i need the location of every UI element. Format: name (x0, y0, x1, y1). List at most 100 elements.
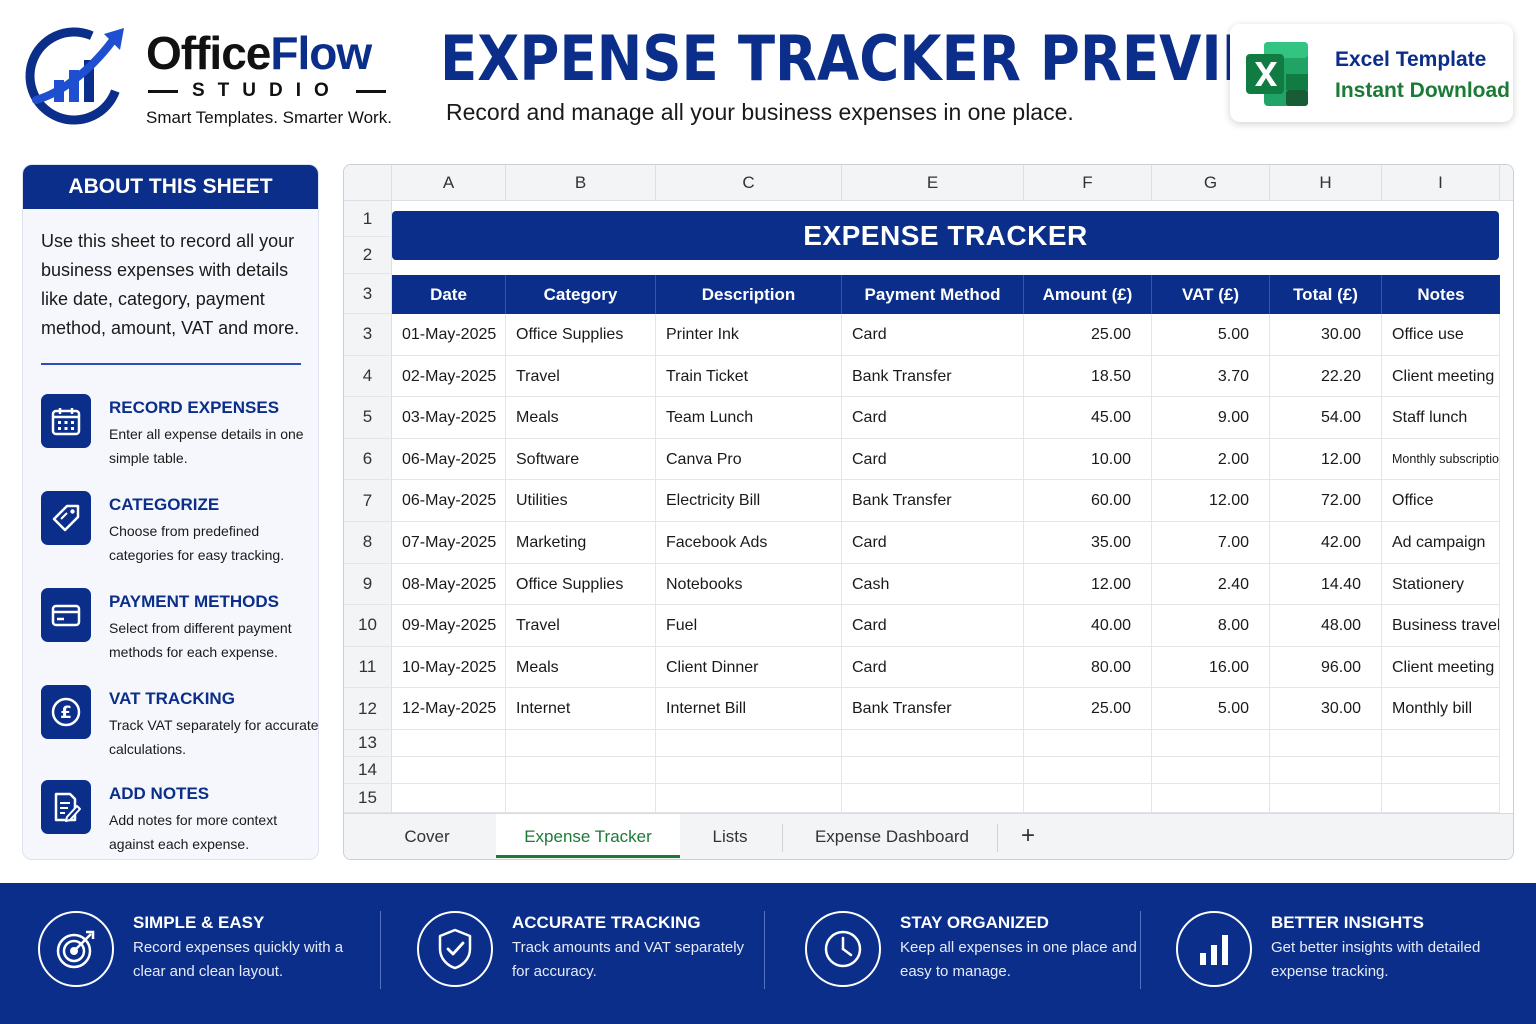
cell-amount[interactable]: 25.00 (1024, 314, 1152, 356)
empty-cell[interactable] (506, 730, 656, 757)
tab-cover[interactable]: Cover (364, 814, 490, 858)
cell-notes[interactable]: Business travel (1382, 605, 1500, 647)
empty-cell[interactable] (1270, 784, 1382, 813)
cell-payment-method[interactable]: Bank Transfer (842, 688, 1024, 730)
header-category[interactable]: Category (506, 275, 656, 314)
row-header-14[interactable]: 14 (344, 757, 392, 784)
cell-payment-method[interactable]: Card (842, 522, 1024, 564)
cell-date[interactable]: 02-May-2025 (392, 355, 506, 398)
empty-cell[interactable] (1270, 757, 1382, 784)
row-header-10[interactable]: 10 (344, 605, 392, 647)
cell-notes[interactable]: Ad campaign (1382, 522, 1500, 564)
header-payment-method[interactable]: Payment Method (842, 275, 1024, 314)
cell-category[interactable]: Meals (506, 646, 656, 689)
cell-category[interactable]: Meals (506, 397, 656, 439)
header-amount[interactable]: Amount (£) (1024, 275, 1152, 314)
cell-description[interactable]: Fuel (656, 605, 842, 647)
row-header-1[interactable]: 1 (344, 201, 392, 237)
row-header-3b[interactable]: 3 (344, 314, 392, 356)
cell-notes[interactable]: Client meeting (1382, 355, 1500, 398)
empty-cell[interactable] (842, 730, 1024, 757)
cell-vat[interactable]: 16.00 (1152, 646, 1270, 689)
row-header-9[interactable]: 9 (344, 563, 392, 606)
cell-notes[interactable]: Monthly subscription (1382, 438, 1500, 481)
cell-total[interactable]: 30.00 (1270, 688, 1382, 730)
cell-description[interactable]: Team Lunch (656, 397, 842, 439)
cell-amount[interactable]: 35.00 (1024, 522, 1152, 564)
column-header-i[interactable]: I (1382, 165, 1500, 201)
cell-notes[interactable]: Stationery (1382, 563, 1500, 606)
empty-cell[interactable] (656, 730, 842, 757)
row-header-3[interactable]: 3 (344, 274, 392, 314)
cell-total[interactable]: 96.00 (1270, 646, 1382, 689)
empty-cell[interactable] (392, 784, 506, 813)
cell-date[interactable]: 09-May-2025 (392, 605, 506, 647)
header-total[interactable]: Total (£) (1270, 275, 1382, 314)
cell-vat[interactable]: 2.00 (1152, 438, 1270, 481)
empty-cell[interactable] (1152, 784, 1270, 813)
empty-cell[interactable] (1024, 757, 1152, 784)
cell-payment-method[interactable]: Card (842, 438, 1024, 481)
header-description[interactable]: Description (656, 275, 842, 314)
empty-cell[interactable] (1152, 757, 1270, 784)
empty-cell[interactable] (1382, 757, 1500, 784)
empty-cell[interactable] (656, 757, 842, 784)
column-header-h[interactable]: H (1270, 165, 1382, 201)
cell-total[interactable]: 22.20 (1270, 355, 1382, 398)
column-header-b[interactable]: B (506, 165, 656, 201)
row-header-2[interactable]: 2 (344, 237, 392, 274)
cell-total[interactable]: 72.00 (1270, 480, 1382, 522)
cell-notes[interactable]: Staff lunch (1382, 397, 1500, 439)
row-header-6[interactable]: 6 (344, 438, 392, 481)
cell-date[interactable]: 06-May-2025 (392, 480, 506, 522)
cell-amount[interactable]: 18.50 (1024, 355, 1152, 398)
header-vat[interactable]: VAT (£) (1152, 275, 1270, 314)
header-date[interactable]: Date (392, 275, 506, 314)
row-header-15[interactable]: 15 (344, 784, 392, 813)
cell-date[interactable]: 01-May-2025 (392, 314, 506, 356)
cell-date[interactable]: 07-May-2025 (392, 522, 506, 564)
cell-vat[interactable]: 7.00 (1152, 522, 1270, 564)
cell-amount[interactable]: 60.00 (1024, 480, 1152, 522)
row-header-13[interactable]: 13 (344, 730, 392, 757)
cell-date[interactable]: 08-May-2025 (392, 563, 506, 606)
cell-payment-method[interactable]: Cash (842, 563, 1024, 606)
cell-date[interactable]: 12-May-2025 (392, 688, 506, 730)
tab-lists[interactable]: Lists (680, 814, 780, 858)
cell-amount[interactable]: 80.00 (1024, 646, 1152, 689)
cell-amount[interactable]: 10.00 (1024, 438, 1152, 481)
cell-vat[interactable]: 12.00 (1152, 480, 1270, 522)
cell-category[interactable]: Software (506, 438, 656, 481)
empty-cell[interactable] (1024, 784, 1152, 813)
cell-category[interactable]: Office Supplies (506, 314, 656, 356)
cell-total[interactable]: 14.40 (1270, 563, 1382, 606)
cell-total[interactable]: 48.00 (1270, 605, 1382, 647)
empty-cell[interactable] (506, 757, 656, 784)
empty-cell[interactable] (1382, 784, 1500, 813)
add-sheet-button[interactable]: + (1008, 814, 1048, 858)
cell-total[interactable]: 30.00 (1270, 314, 1382, 356)
empty-cell[interactable] (656, 784, 842, 813)
cell-amount[interactable]: 40.00 (1024, 605, 1152, 647)
cell-vat[interactable]: 9.00 (1152, 397, 1270, 439)
cell-description[interactable]: Internet Bill (656, 688, 842, 730)
empty-cell[interactable] (1152, 730, 1270, 757)
column-header-c[interactable]: C (656, 165, 842, 201)
cell-payment-method[interactable]: Card (842, 646, 1024, 689)
tab-expense-tracker[interactable]: Expense Tracker (496, 814, 680, 858)
cell-category[interactable]: Utilities (506, 480, 656, 522)
cell-description[interactable]: Canva Pro (656, 438, 842, 481)
empty-cell[interactable] (1270, 730, 1382, 757)
cell-vat[interactable]: 5.00 (1152, 688, 1270, 730)
column-header-e[interactable]: E (842, 165, 1024, 201)
cell-total[interactable]: 54.00 (1270, 397, 1382, 439)
column-header-a[interactable]: A (392, 165, 506, 201)
row-header-4[interactable]: 4 (344, 355, 392, 398)
cell-payment-method[interactable]: Card (842, 397, 1024, 439)
cell-date[interactable]: 06-May-2025 (392, 438, 506, 481)
cell-vat[interactable]: 2.40 (1152, 563, 1270, 606)
empty-cell[interactable] (1024, 730, 1152, 757)
tab-expense-dashboard[interactable]: Expense Dashboard (796, 814, 988, 858)
cell-description[interactable]: Notebooks (656, 563, 842, 606)
cell-category[interactable]: Internet (506, 688, 656, 730)
